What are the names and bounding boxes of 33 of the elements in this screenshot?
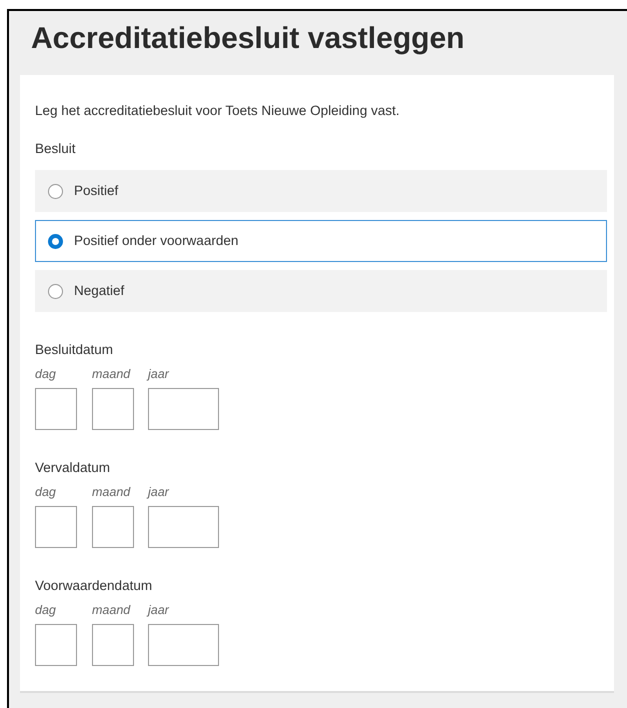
input-field[interactable] (92, 624, 134, 666)
input-hint: jaar (148, 484, 169, 501)
input-hint: maand (92, 602, 130, 619)
radio-button[interactable] (48, 234, 63, 248)
input-hint: dag (35, 366, 56, 383)
radio-option[interactable]: Positief (35, 170, 607, 212)
option-label: Positief onder voorwaarden (74, 232, 238, 250)
input-field[interactable] (148, 388, 219, 430)
input-field[interactable] (148, 506, 219, 548)
radio-option[interactable]: Negatief (35, 270, 607, 312)
radio-button[interactable] (48, 184, 63, 198)
option-label: Negatief (74, 282, 124, 300)
intro-text: Leg het accreditatiebesluit voor Toets Nieuwe Opleiding vast. (35, 102, 400, 120)
input-hint: dag (35, 484, 56, 501)
input-hint: dag (35, 602, 56, 619)
input-field[interactable] (35, 506, 77, 548)
field-label: Vervaldatum (35, 460, 110, 475)
input-hint: jaar (148, 602, 169, 619)
input-field[interactable] (148, 624, 219, 666)
input-hint: jaar (148, 366, 169, 383)
input-hint: maand (92, 366, 130, 383)
input-field[interactable] (35, 388, 77, 430)
input-hint: maand (92, 484, 130, 501)
radio-option[interactable]: Positief onder voorwaarden (35, 220, 607, 262)
option-label: Positief (74, 182, 118, 200)
field-label: Besluit (35, 140, 76, 158)
input-field[interactable] (35, 624, 77, 666)
radio-button[interactable] (48, 284, 63, 298)
page-title: Accreditatiebesluit vastleggen (31, 21, 464, 57)
input-field[interactable] (92, 506, 134, 548)
input-field[interactable] (92, 388, 134, 430)
field-label: Besluitdatum (35, 342, 114, 357)
field-label: Voorwaardendatum (35, 578, 152, 593)
